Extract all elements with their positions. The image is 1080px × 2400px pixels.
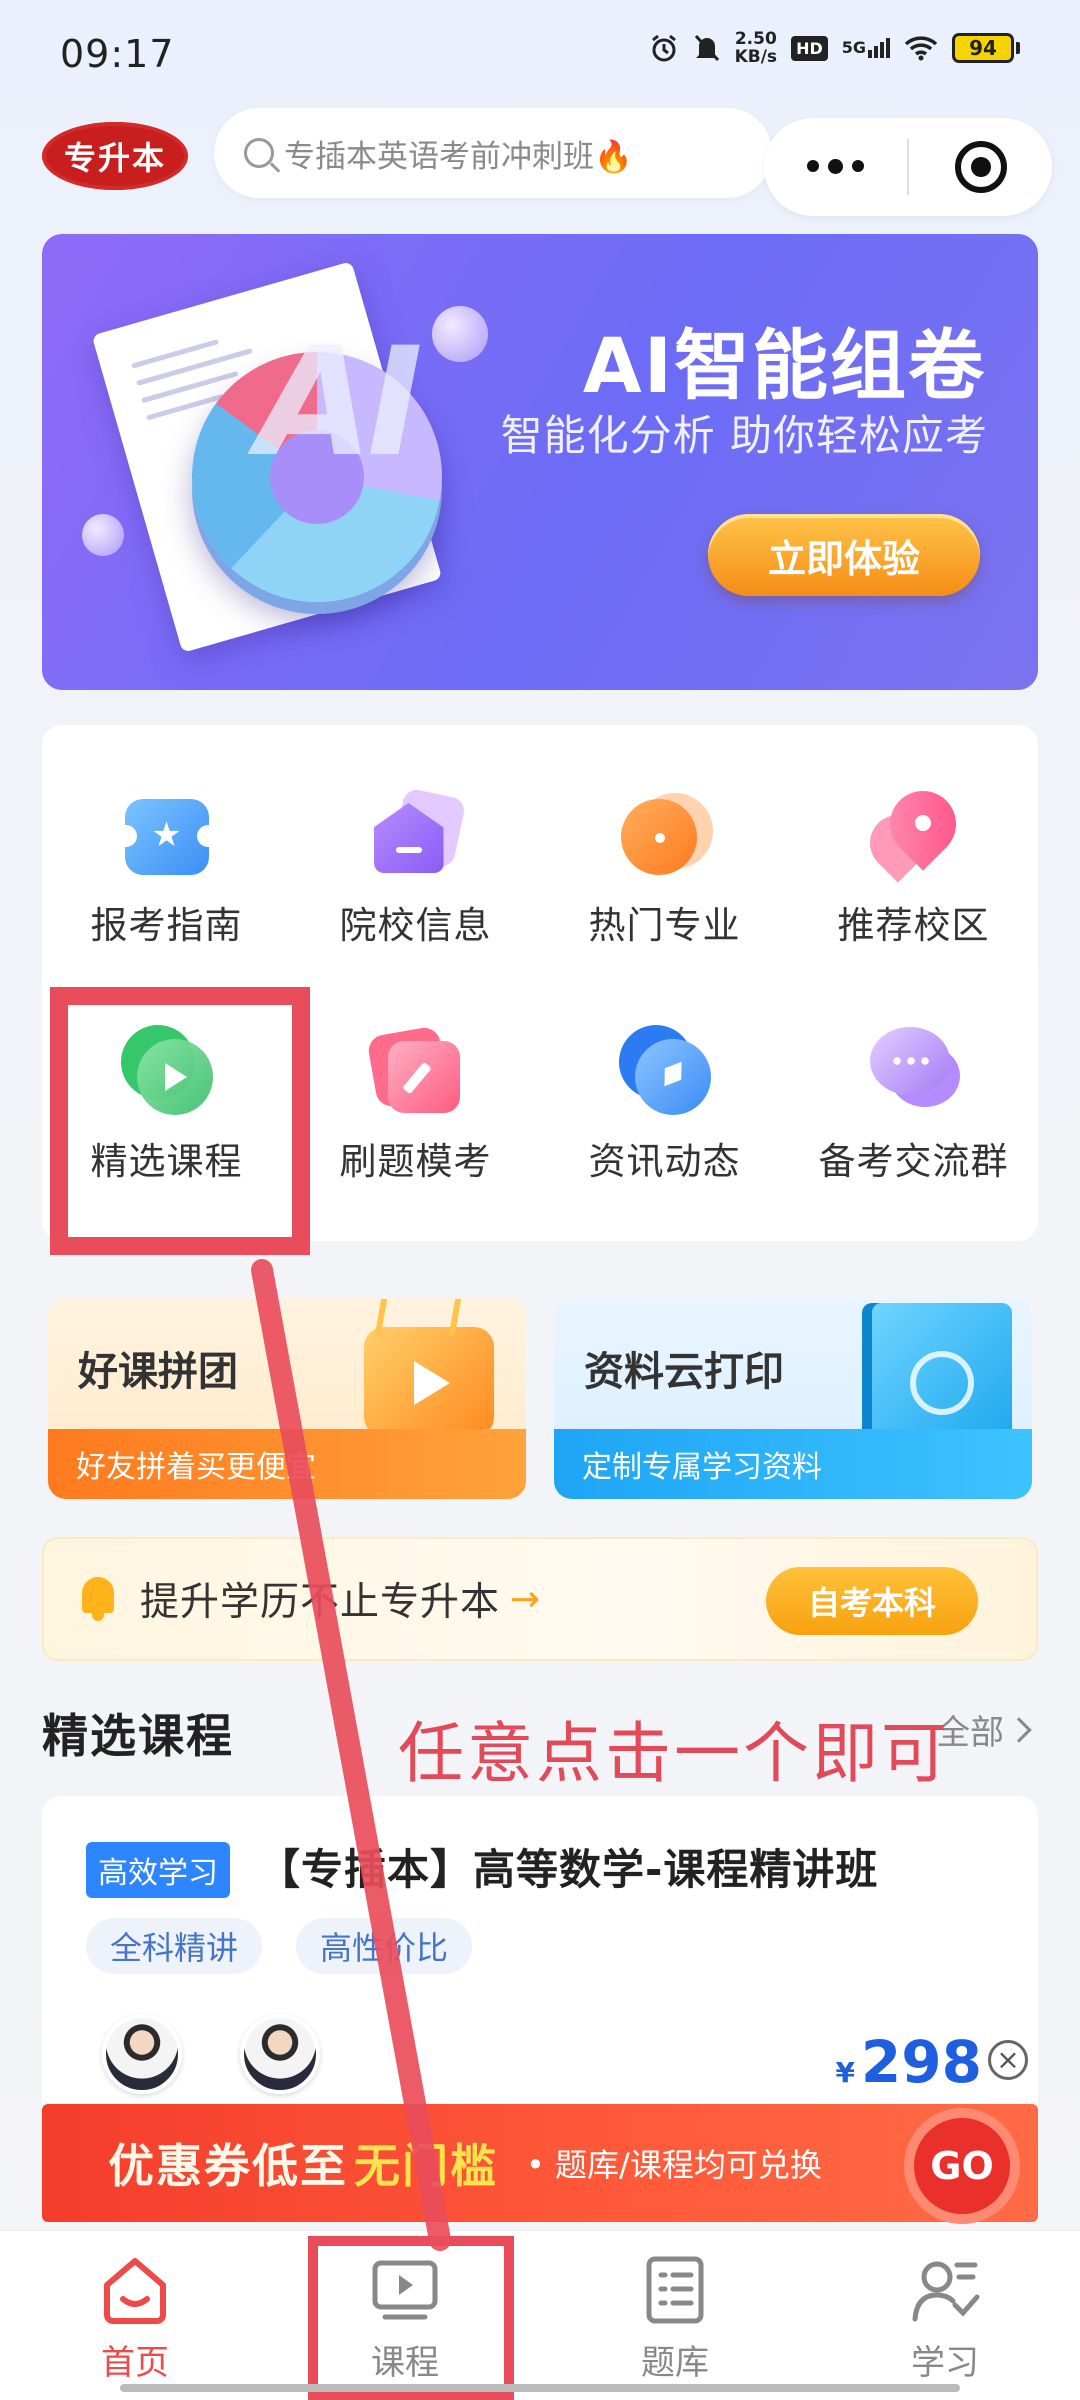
more-dots-icon[interactable] — [764, 159, 907, 174]
status-icons: 2.50 KB/s HD 5G 94 — [649, 30, 1020, 66]
tab-question-bank[interactable]: 题库 — [540, 2255, 810, 2384]
grid-item-hot-majors[interactable]: 热门专业 — [540, 785, 789, 949]
target-icon — [954, 141, 1007, 193]
grid-label: 刷题模考 — [339, 1140, 492, 1183]
coupon-highlight: 无门槛 — [354, 2139, 498, 2193]
ai-exam-banner[interactable]: AI AI智能组卷 智能化分析 助你轻松应考 立即体验 — [42, 234, 1038, 690]
compass-icon — [617, 1021, 713, 1117]
bottom-tab-bar: 首页 课程 题库 学习 — [0, 2230, 1080, 2400]
promo-title: 好课拼团 — [78, 1349, 238, 1395]
house-icon — [368, 785, 467, 881]
app-logo[interactable]: 专升本 — [42, 122, 188, 190]
tv-antenna-icon — [374, 1299, 462, 1335]
banner-title: AI智能组卷 — [582, 321, 986, 410]
grid-label: 资讯动态 — [588, 1140, 741, 1183]
price-symbol: ¥ — [835, 2056, 855, 2089]
grid-item-exam-guide[interactable]: ★ 报考指南 — [42, 785, 291, 949]
teacher-avatar — [102, 2014, 182, 2094]
search-placeholder: 专插本英语考前冲刺班🔥 — [284, 138, 633, 175]
course-feature: 高性价比 — [296, 1918, 473, 1974]
signal-icon: 5G — [842, 38, 890, 58]
group-buy-card[interactable]: 好课拼团 好友拼着买更便宜 — [48, 1297, 526, 1499]
chat-bubble-icon — [866, 1021, 962, 1117]
tab-study[interactable]: 学习 — [810, 2255, 1080, 2384]
grid-item-recommended-campus[interactable]: 推荐校区 — [789, 777, 1038, 949]
teacher-avatar — [240, 2014, 320, 2094]
ai-3d-letters-icon: AI — [257, 316, 423, 490]
list-document-icon — [646, 2256, 704, 2324]
close-icon[interactable]: × — [988, 2040, 1028, 2080]
tab-home[interactable]: 首页 — [0, 2255, 270, 2384]
chevron-right-icon — [1006, 1716, 1032, 1743]
alarm-icon — [651, 34, 676, 62]
bell-icon — [78, 1577, 118, 1621]
annotation-note: 任意点击一个即可 — [398, 1715, 950, 1792]
course-price: ¥ 298 — [835, 2028, 982, 2096]
grid-label: 备考交流群 — [818, 1140, 1009, 1183]
tab-label: 学习 — [911, 2343, 979, 2383]
coupon-go-button[interactable]: GO — [914, 2118, 1010, 2214]
try-now-button[interactable]: 立即体验 — [708, 514, 980, 596]
highlight-box — [308, 2236, 514, 2400]
coupon-sub-text: • 题库/课程均可兑换 — [526, 2146, 822, 2184]
grid-label: 院校信息 — [339, 904, 492, 947]
grid-label: 热门专业 — [588, 904, 741, 947]
miniprogram-capsule — [764, 118, 1052, 216]
grid-item-school-info[interactable]: 院校信息 — [291, 785, 540, 949]
edit-pencil-icon — [365, 1021, 464, 1117]
battery-icon: 94 — [952, 33, 1020, 63]
logo-text: 专升本 — [63, 139, 166, 177]
grid-item-study-group[interactable]: 备考交流群 — [789, 1021, 1038, 1185]
search-icon — [244, 138, 274, 168]
tv-play-icon — [364, 1327, 494, 1437]
signal-label: 5G — [841, 38, 866, 57]
grid-item-news[interactable]: 资讯动态 — [540, 1021, 789, 1185]
course-tag: 高效学习 — [86, 1842, 230, 1898]
banner-subtitle: 智能化分析 助你轻松应考 — [500, 411, 988, 460]
ticket-star-icon: ★ — [119, 785, 215, 881]
hd-badge: HD — [791, 35, 828, 61]
tab-label: 首页 — [101, 2343, 169, 2383]
notice-text: 提升学历不止专升本 — [140, 1580, 501, 1625]
gesture-home-bar — [120, 2384, 960, 2392]
grid-item-practice-mock[interactable]: 刷题模考 — [291, 1021, 540, 1185]
wifi-icon — [904, 36, 938, 61]
tab-label: 题库 — [641, 2343, 709, 2383]
close-miniprogram-button[interactable] — [909, 141, 1052, 193]
search-bar[interactable]: 专插本英语考前冲刺班🔥 — [214, 108, 772, 198]
course-feature: 全科精讲 — [86, 1918, 263, 1974]
net-speed: 2.50 KB/s — [734, 29, 778, 67]
course-card[interactable]: 高效学习 【专插本】高等数学-课程精讲班 全科精讲 高性价比 简沁妍 段渊 ¥ … — [42, 1796, 1038, 2126]
promo-subtitle: 好友拼着买更便宜 — [48, 1429, 526, 1499]
section-title: 精选课程 — [42, 1709, 234, 1763]
promo-title: 资料云打印 — [584, 1349, 784, 1395]
self-study-bachelor-button[interactable]: 自考本科 — [766, 1567, 978, 1635]
grid-label: 报考指南 — [90, 904, 243, 947]
status-time: 09:17 — [60, 32, 175, 76]
person-list-icon — [912, 2261, 980, 2322]
decor-bubble — [82, 514, 124, 556]
coupon-main-text: 优惠券低至 — [108, 2139, 348, 2193]
cloud-print-card[interactable]: 资料云打印 定制专属学习资料 — [554, 1297, 1032, 1499]
location-pin-icon — [857, 777, 970, 883]
decor-bubble — [432, 306, 488, 362]
notice-bar[interactable]: 提升学历不止专升本 → 自考本科 — [42, 1537, 1038, 1661]
highlight-box — [50, 987, 310, 1255]
battery-percent: 94 — [969, 36, 997, 60]
pie-chart-icon — [617, 785, 713, 881]
mute-bell-icon — [694, 34, 719, 62]
price-value: 298 — [860, 2028, 982, 2096]
home-icon — [104, 2258, 166, 2324]
promo-subtitle: 定制专属学习资料 — [554, 1429, 1032, 1499]
grid-label: 推荐校区 — [837, 904, 990, 947]
coupon-banner[interactable]: 优惠券低至 无门槛 • 题库/课程均可兑换 GO — [42, 2104, 1038, 2222]
course-title: 【专插本】高等数学-课程精讲班 — [258, 1845, 879, 1894]
arrow-right-icon: → — [510, 1578, 541, 1620]
